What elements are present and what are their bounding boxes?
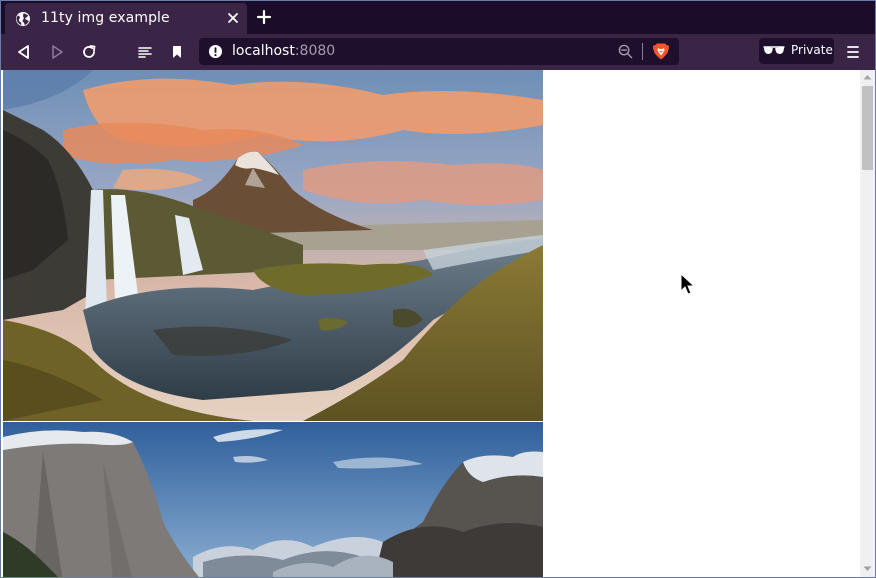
reload-icon[interactable] [80, 43, 98, 61]
close-icon[interactable] [225, 10, 241, 26]
scrollbar-thumb[interactable] [862, 86, 873, 170]
globe-icon [16, 12, 30, 26]
address-host: localhost [232, 43, 295, 59]
hamburger-menu-icon[interactable] [846, 44, 860, 60]
brave-shields-icon[interactable] [652, 42, 670, 61]
scroll-up-arrow-icon[interactable] [863, 74, 872, 80]
private-glasses-icon [763, 46, 785, 54]
granite-cliff-valley-image [3, 422, 543, 577]
plus-icon[interactable] [256, 9, 272, 25]
granite-cliff-drawing [3, 422, 543, 577]
address-url: localhost:8080 [232, 43, 335, 59]
page-content [1, 70, 860, 577]
back-icon[interactable] [15, 43, 33, 61]
address-port: :8080 [294, 43, 336, 59]
browser-window: 11ty img example localhost:8080 Private [0, 0, 876, 578]
info-icon[interactable] [208, 44, 223, 59]
bookmark-icon[interactable] [168, 43, 186, 61]
waterfall-mountain-drawing [3, 70, 543, 421]
vertical-scrollbar[interactable] [860, 70, 875, 577]
private-label: Private [791, 43, 833, 57]
private-window-indicator[interactable]: Private [759, 38, 834, 64]
waterfall-mountain-image [3, 70, 543, 421]
forward-icon[interactable] [48, 43, 66, 61]
address-bar[interactable]: localhost:8080 [199, 38, 679, 65]
tab-title: 11ty img example [41, 10, 170, 26]
tab-strip: 11ty img example [1, 1, 875, 34]
scroll-down-arrow-icon[interactable] [863, 566, 872, 572]
zoom-out-icon[interactable] [618, 44, 633, 59]
address-separator [642, 43, 643, 60]
tab-11ty-img-example[interactable]: 11ty img example [5, 3, 247, 34]
mouse-cursor-icon [680, 273, 696, 295]
navigation-toolbar: localhost:8080 Private [1, 34, 875, 70]
reader-mode-icon[interactable] [136, 43, 154, 61]
